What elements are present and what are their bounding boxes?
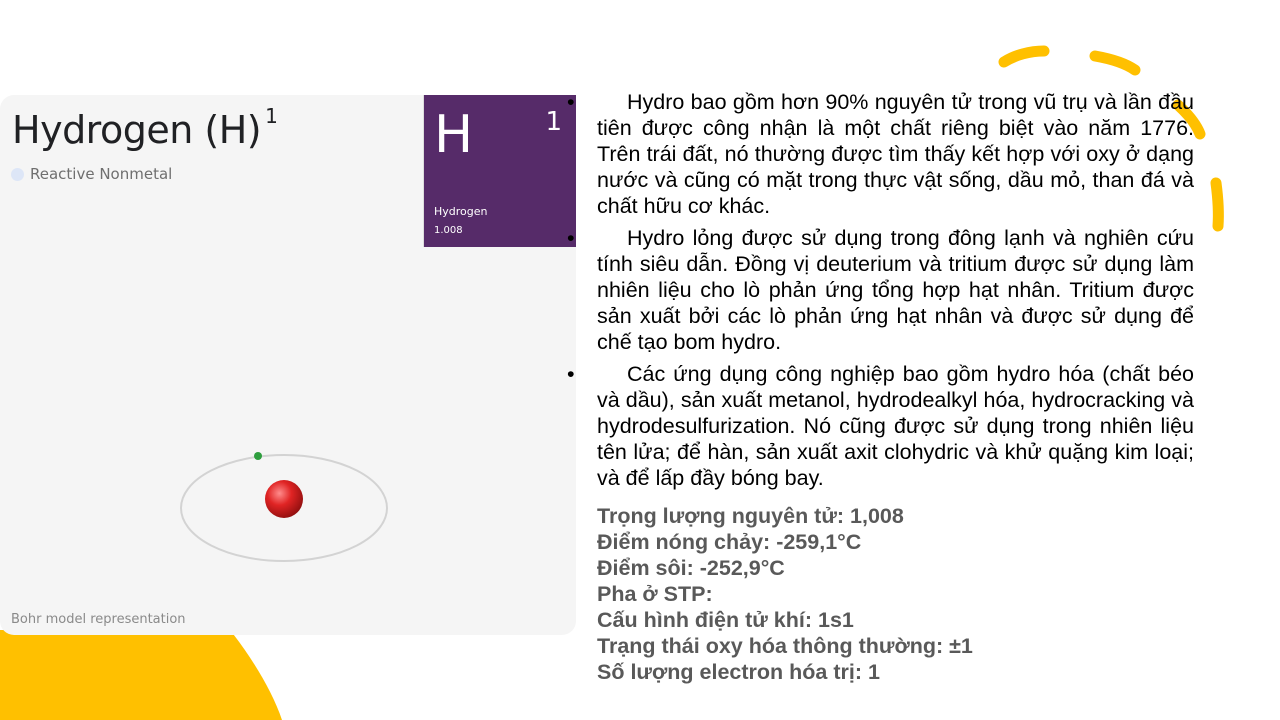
tile-symbol: H — [434, 105, 474, 165]
bullet-icon: • — [567, 226, 575, 250]
property-boiling-point: Điểm sôi: -252,9°C — [597, 556, 785, 580]
nucleus — [265, 480, 303, 518]
tile-number: 1 — [545, 107, 562, 137]
electron — [254, 452, 262, 460]
text-column: • Hydro bao gồm hơn 90% nguyên tử trong v… — [567, 89, 1194, 685]
element-tile: H 1 Hydrogen 1.008 — [423, 95, 576, 247]
property-phase: Pha ở STP: — [597, 582, 713, 606]
bullet-paragraph: • Hydro lỏng được sử dụng trong đông lạnh… — [567, 225, 1194, 355]
element-title: Hydrogen (H) 1 — [12, 104, 278, 152]
bullet-text: Các ứng dụng công nghiệp bao gồm hydro h… — [597, 362, 1194, 490]
bullet-text: Hydro bao gồm hơn 90% nguyên tử trong vũ… — [597, 90, 1194, 218]
yellow-blob-shape — [0, 630, 282, 720]
properties-list: Trọng lượng nguyên tử: 1,008 Điểm nóng c… — [597, 503, 1194, 685]
bullet-paragraph: • Các ứng dụng công nghiệp bao gồm hydro … — [567, 361, 1194, 491]
element-category: Reactive Nonmetal — [11, 165, 172, 183]
tile-mass: 1.008 — [434, 225, 463, 236]
atomic-number: 1 — [265, 104, 278, 129]
bullet-text: Hydro lỏng được sử dụng trong đông lạnh … — [597, 226, 1194, 354]
element-name: Hydrogen (H) — [12, 108, 262, 152]
bullet-icon: • — [567, 362, 575, 386]
property-oxidation-state: Trạng thái oxy hóa thông thường: ±1 — [597, 634, 973, 658]
property-atomic-weight: Trọng lượng nguyên tử: 1,008 — [597, 504, 904, 528]
category-label: Reactive Nonmetal — [30, 165, 173, 183]
property-electron-config: Cấu hình điện tử khí: 1s1 — [597, 608, 854, 632]
category-dot-icon — [11, 167, 24, 181]
bullet-icon: • — [567, 90, 575, 114]
bohr-caption: Bohr model representation — [11, 612, 186, 627]
bohr-model — [180, 452, 388, 562]
tile-name: Hydrogen — [434, 205, 488, 218]
bullet-paragraph: • Hydro bao gồm hơn 90% nguyên tử trong v… — [567, 89, 1194, 219]
property-valence-electrons: Số lượng electron hóa trị: 1 — [597, 660, 880, 684]
property-melting-point: Điểm nóng chảy: -259,1°C — [597, 530, 862, 554]
